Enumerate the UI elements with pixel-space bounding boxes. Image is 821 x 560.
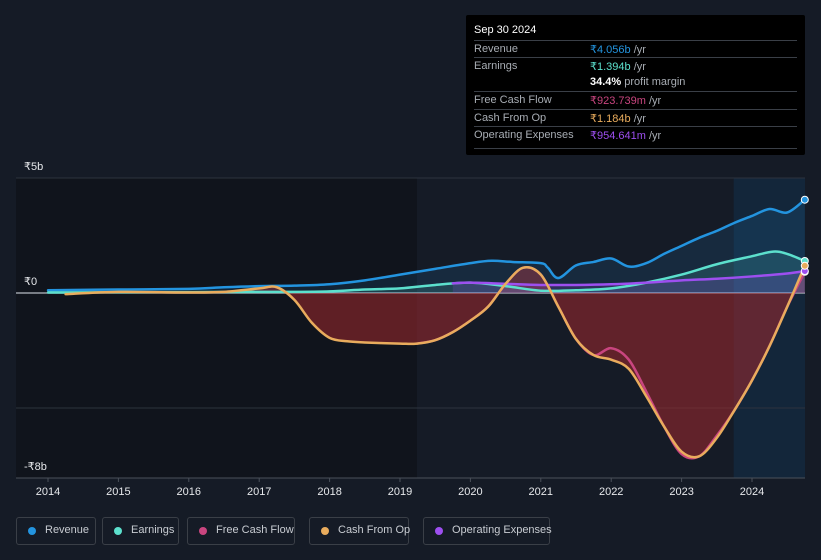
tooltip: Sep 30 2024 Revenue ₹4.056b /yr Earnings…	[466, 15, 805, 155]
tooltip-label: Operating Expenses	[474, 129, 574, 141]
x-tick-label: 2018	[317, 486, 341, 498]
tooltip-unit: /yr	[630, 44, 646, 56]
legend-label: Cash From Op	[338, 524, 411, 536]
cash-from-op-endpoint	[800, 261, 809, 270]
tooltip-value: ₹1.394b	[590, 61, 631, 73]
x-tick-label: 2017	[247, 486, 271, 498]
tooltip-label: Revenue	[474, 43, 519, 55]
x-tick-label: 2023	[669, 486, 693, 498]
tooltip-unit: /yr	[645, 130, 662, 142]
free-cash-flow-legend-dot-icon	[199, 527, 207, 535]
tooltip-label: Free Cash Flow	[474, 94, 552, 106]
tooltip-row-revenue: Revenue ₹4.056b /yr	[474, 40, 797, 58]
tooltip-value: ₹4.056b	[590, 44, 631, 56]
y-tick-label-0: ₹0	[24, 276, 38, 288]
tooltip-label: Cash From Op	[474, 112, 547, 124]
tooltip-row-earnings: Earnings ₹1.394b /yr	[474, 57, 797, 75]
profit-margin-value: 34.4%	[590, 76, 622, 88]
legend-item-cash-from-op[interactable]: Cash From Op	[309, 517, 411, 545]
x-tick-label: 2021	[529, 486, 553, 498]
cash-from-op-legend-dot-icon	[321, 527, 329, 535]
tooltip-row-profit-margin: 34.4% profit margin	[474, 74, 797, 91]
tooltip-value: ₹1.184b	[590, 113, 631, 125]
legend-item-revenue[interactable]: Revenue	[16, 517, 96, 545]
x-tick-label: 2015	[106, 486, 130, 498]
tooltip-value: ₹954.641m	[590, 130, 646, 142]
tooltip-row-cash-from-op: Cash From Op ₹1.184b /yr	[474, 109, 797, 127]
x-tick-label: 2020	[458, 486, 482, 498]
legend-label: Operating Expenses	[452, 524, 552, 536]
tooltip-row-operating-expenses: Operating Expenses ₹954.641m /yr	[474, 126, 797, 144]
legend-label: Earnings	[131, 524, 175, 536]
legend-label: Revenue	[45, 524, 90, 536]
legend-item-operating-expenses[interactable]: Operating Expenses	[423, 517, 552, 545]
x-tick-label: 2016	[177, 486, 201, 498]
x-tick-label: 2022	[599, 486, 623, 498]
tooltip-divider	[474, 148, 797, 149]
x-tick-label: 2024	[740, 486, 764, 498]
legend-label: Free Cash Flow	[216, 524, 294, 536]
y-tick-label-5b: ₹5b	[24, 161, 44, 173]
tooltip-unit: /yr	[645, 95, 662, 107]
tooltip-label: Earnings	[474, 60, 518, 72]
tooltip-value: ₹923.739m	[590, 95, 646, 107]
earnings-legend-dot-icon	[114, 527, 122, 535]
legend-item-earnings[interactable]: Earnings	[102, 517, 179, 545]
x-tick-label: 2014	[36, 486, 60, 498]
legend-item-free-cash-flow[interactable]: Free Cash Flow	[187, 517, 295, 545]
tooltip-unit: /yr	[630, 61, 646, 73]
tooltip-date: Sep 30 2024	[474, 24, 537, 36]
revenue-endpoint	[800, 195, 809, 204]
operating-expenses-legend-dot-icon	[435, 527, 443, 535]
profit-margin-label: profit margin	[621, 76, 686, 88]
tooltip-unit: /yr	[630, 113, 646, 125]
x-tick-label: 2019	[388, 486, 412, 498]
y-tick-label-neg8b: -₹8b	[24, 461, 47, 473]
tooltip-row-free-cash-flow: Free Cash Flow ₹923.739m /yr	[474, 91, 797, 109]
revenue-legend-dot-icon	[28, 527, 36, 535]
